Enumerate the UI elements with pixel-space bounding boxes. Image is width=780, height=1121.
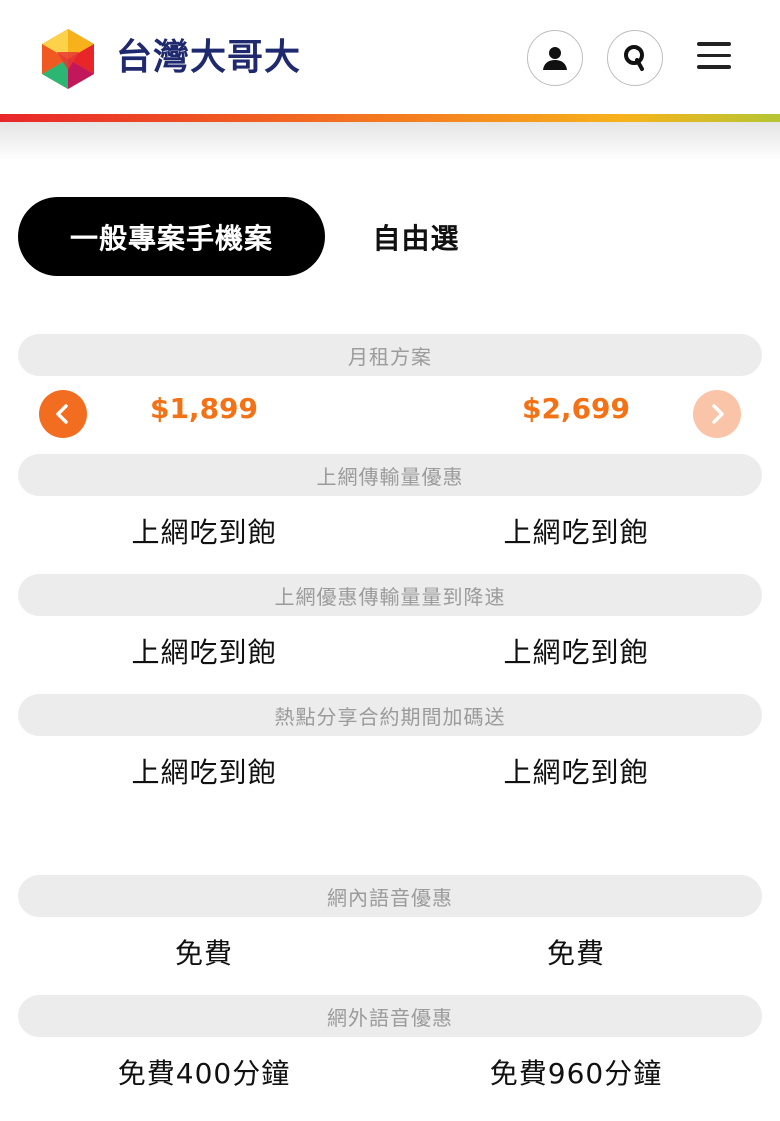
section-on-net-voice: 網內語音優惠 (18, 875, 762, 917)
data-offer-right: 上網吃到飽 (503, 516, 649, 549)
section-data-offer: 上網傳輸量優惠 (18, 454, 762, 496)
user-account-button[interactable] (527, 30, 583, 86)
tab-general-plan[interactable]: 一般專案手機案 (18, 197, 325, 276)
throttle-right: 上網吃到飽 (503, 636, 649, 669)
brand-logo-icon[interactable] (37, 28, 99, 90)
throttle-left: 上網吃到飽 (131, 636, 277, 669)
chevron-right-icon (712, 404, 724, 424)
header-shadow (0, 122, 780, 162)
off-net-voice-right: 免費960分鐘 (489, 1057, 663, 1090)
tab-free-choice[interactable]: 自由選 (340, 197, 492, 276)
section-hotspot: 熱點分享合約期間加碼送 (18, 694, 762, 736)
off-net-voice-left: 免費400分鐘 (117, 1057, 291, 1090)
next-plan-button[interactable] (693, 390, 741, 438)
user-icon (543, 47, 567, 70)
plan-price-left: $1,899 (149, 392, 259, 425)
search-icon (624, 45, 644, 71)
hotspot-left: 上網吃到飽 (131, 756, 277, 789)
on-net-voice-right: 免費 (546, 937, 605, 970)
on-net-voice-left: 免費 (174, 937, 233, 970)
search-button[interactable] (607, 30, 663, 86)
hotspot-right: 上網吃到飽 (503, 756, 649, 789)
hamburger-menu-button[interactable] (695, 42, 733, 74)
data-offer-left: 上網吃到飽 (131, 516, 277, 549)
brand-gradient-bar (0, 114, 780, 122)
hamburger-menu-icon (697, 42, 731, 46)
section-off-net-voice: 網外語音優惠 (18, 995, 762, 1037)
brand-name[interactable]: 台灣大哥大 (116, 36, 301, 80)
header: 台灣大哥大 (0, 0, 780, 116)
section-monthly-plan: 月租方案 (18, 334, 762, 376)
section-throttle: 上網優惠傳輸量量到降速 (18, 574, 762, 616)
